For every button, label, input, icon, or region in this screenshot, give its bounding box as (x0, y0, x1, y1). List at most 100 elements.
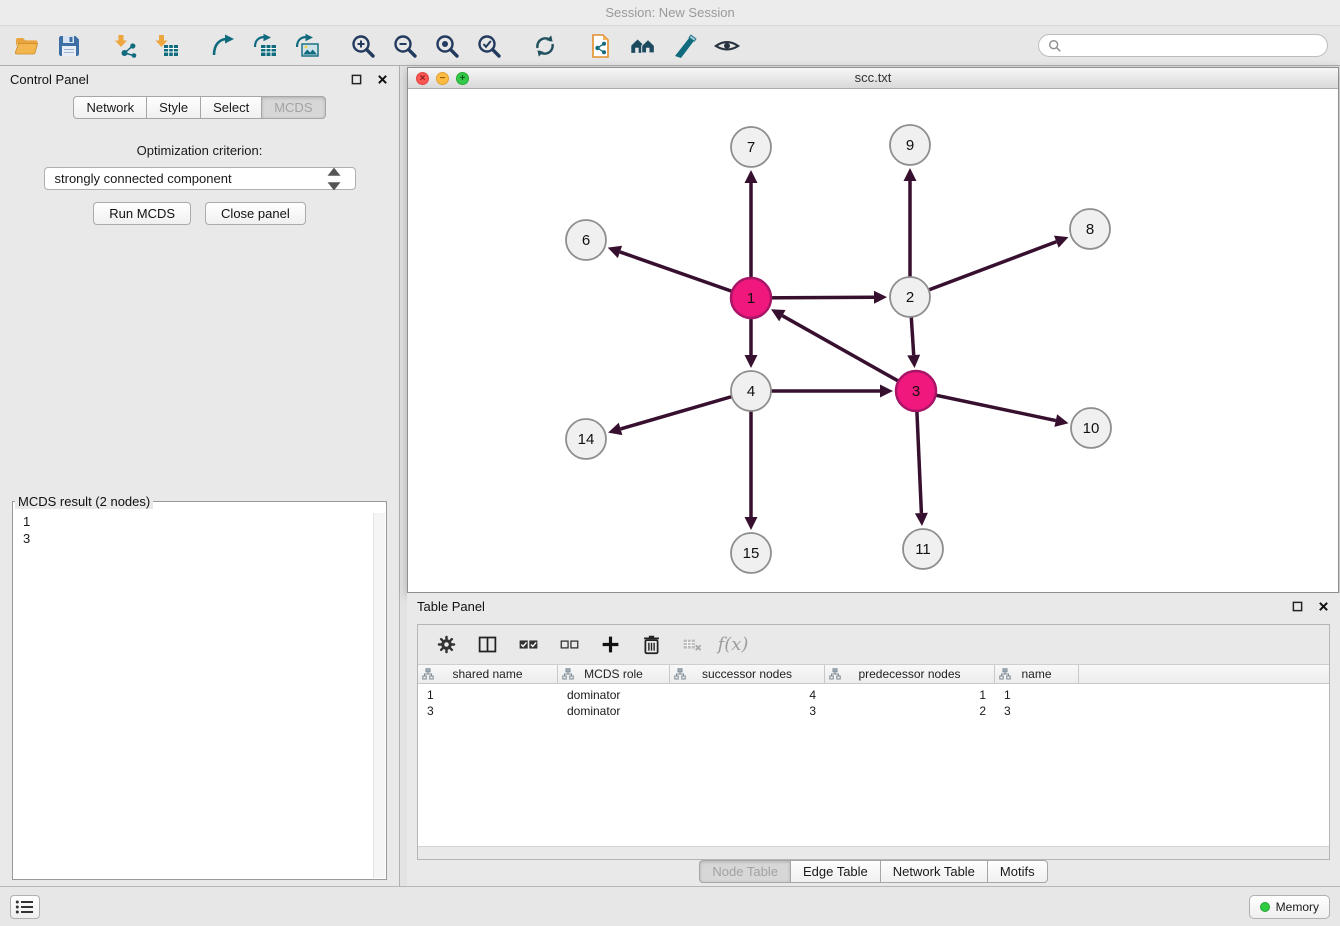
table-panel: Table Panel f(x) shared name MCDS role suc… (407, 593, 1340, 886)
menu-list-button[interactable] (10, 895, 40, 919)
import-network-icon[interactable] (110, 31, 140, 61)
home-icon[interactable] (628, 31, 658, 61)
graph-edge[interactable] (910, 242, 1056, 297)
memory-label: Memory (1276, 900, 1319, 914)
deselect-all-check-icon[interactable] (557, 633, 581, 657)
float-table-panel-icon[interactable] (1290, 600, 1304, 614)
export-table-icon[interactable] (250, 31, 280, 61)
tab-mcds[interactable]: MCDS (262, 96, 325, 119)
tab-style[interactable]: Style (147, 96, 201, 119)
search-box[interactable] (1038, 34, 1328, 57)
graph-node-label: 8 (1086, 221, 1094, 238)
column-header-label: name (1021, 667, 1051, 681)
tab-select[interactable]: Select (201, 96, 262, 119)
table-panel-header: Table Panel (407, 593, 1340, 620)
column-header-label: predecessor nodes (858, 667, 960, 681)
table-cell: 1 (995, 687, 1079, 703)
window-titlebar[interactable]: Session: New Session (0, 0, 1340, 26)
table-row[interactable]: 1dominator411 (418, 687, 1329, 703)
open-folder-icon[interactable] (12, 31, 42, 61)
table-toolbar: f(x) (418, 625, 1329, 665)
table-cell: 1 (418, 687, 558, 703)
table-cell: 3 (995, 703, 1079, 719)
optimization-criterion-label: Optimization criterion: (0, 143, 399, 158)
column-header-successor-nodes[interactable]: successor nodes (670, 665, 825, 683)
table-cell: 1 (825, 687, 995, 703)
graph-node-label: 11 (915, 541, 931, 558)
edge-arrowhead-icon (904, 168, 917, 181)
column-type-icon (999, 668, 1011, 680)
close-panel-icon[interactable] (375, 73, 389, 87)
tab-motifs[interactable]: Motifs (988, 860, 1048, 883)
style-brush-icon[interactable] (670, 31, 700, 61)
network-canvas[interactable]: 1234678910111415 (408, 89, 1338, 592)
graph-node-label: 6 (582, 232, 590, 249)
mcds-result-value: 1 (23, 513, 376, 530)
table-cell: 3 (670, 703, 825, 719)
delete-table-icon (680, 633, 704, 657)
memory-button[interactable]: Memory (1249, 895, 1330, 919)
graph-node-label: 4 (747, 383, 755, 400)
gear-icon[interactable] (434, 633, 458, 657)
export-image-icon[interactable] (292, 31, 322, 61)
run-mcds-button[interactable]: Run MCDS (93, 202, 191, 225)
column-header-shared-name[interactable]: shared name (418, 665, 558, 683)
control-panel: Control Panel NetworkStyleSelectMCDS Opt… (0, 66, 400, 886)
table-cell: 4 (670, 687, 825, 703)
mcds-result-value: 3 (23, 530, 376, 547)
table-cell: dominator (558, 687, 670, 703)
table-row[interactable]: 3dominator323 (418, 703, 1329, 719)
tab-edge-table[interactable]: Edge Table (791, 860, 881, 883)
table-cell: 3 (418, 703, 558, 719)
search-icon (1047, 38, 1063, 54)
export-network-icon[interactable] (208, 31, 238, 61)
edge-arrowhead-icon (745, 517, 758, 530)
graph-node-label: 9 (906, 137, 914, 154)
tab-network-table[interactable]: Network Table (881, 860, 988, 883)
network-graph: 1234678910111415 (408, 89, 1338, 592)
maximize-window-button[interactable]: + (456, 72, 469, 85)
edge-arrowhead-icon (745, 170, 758, 183)
import-table-icon[interactable] (152, 31, 182, 61)
select-all-check-icon[interactable] (516, 633, 540, 657)
close-panel-button[interactable]: Close panel (205, 202, 306, 225)
zoom-fit-icon[interactable] (432, 31, 462, 61)
delete-row-icon[interactable] (639, 633, 663, 657)
document-share-icon[interactable] (586, 31, 616, 61)
optimization-criterion-select[interactable]: strongly connected component (44, 167, 356, 190)
minimize-window-button[interactable]: − (436, 72, 449, 85)
column-type-icon (829, 668, 841, 680)
add-row-icon[interactable] (598, 633, 622, 657)
search-input[interactable] (1068, 39, 1319, 53)
tab-network[interactable]: Network (73, 96, 147, 119)
tab-node-table[interactable]: Node Table (699, 860, 791, 883)
close-table-panel-icon[interactable] (1316, 600, 1330, 614)
column-header-predecessor-nodes[interactable]: predecessor nodes (825, 665, 995, 683)
refresh-icon[interactable] (530, 31, 560, 61)
column-header-label: successor nodes (702, 667, 792, 681)
zoom-selected-icon[interactable] (474, 31, 504, 61)
control-panel-tabs: NetworkStyleSelectMCDS (0, 96, 399, 119)
control-panel-title: Control Panel (10, 72, 89, 87)
close-window-button[interactable]: × (416, 72, 429, 85)
save-icon[interactable] (54, 31, 84, 61)
network-window-titlebar[interactable]: × − + scc.txt (408, 68, 1338, 89)
column-header-MCDS-role[interactable]: MCDS role (558, 665, 670, 683)
column-layout-icon[interactable] (475, 633, 499, 657)
graph-edge[interactable] (916, 391, 1056, 421)
chevron-updown-icon (319, 164, 349, 194)
graph-node-label: 15 (743, 545, 760, 562)
graph-node-label: 10 (1083, 420, 1100, 437)
column-header-name[interactable]: name (995, 665, 1079, 683)
eye-icon[interactable] (712, 31, 742, 61)
graph-edge[interactable] (782, 316, 916, 391)
column-header-label: shared name (452, 667, 522, 681)
column-type-icon (422, 668, 434, 680)
float-panel-icon[interactable] (349, 73, 363, 87)
result-scrollbar[interactable] (373, 513, 385, 878)
zoom-out-icon[interactable] (390, 31, 420, 61)
edge-arrowhead-icon (1054, 414, 1068, 427)
main-toolbar-groups (12, 31, 742, 61)
zoom-in-icon[interactable] (348, 31, 378, 61)
graph-node-label: 2 (906, 289, 914, 306)
